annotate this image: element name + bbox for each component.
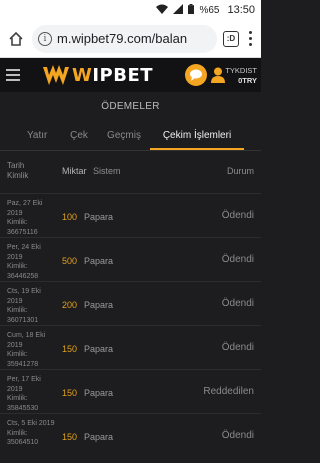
site-header: WIPBET TYKDIST 0TRY: [0, 58, 261, 92]
status-bar: %65 13:50: [0, 0, 261, 20]
balance: 0TRY: [238, 76, 257, 85]
row-date: Per, 17 Eki 2019 Kimlik: 35845530: [7, 376, 41, 412]
table-row[interactable]: Cum, 18 Eki 2019 Kimlik: 35941278 150 Papar…: [0, 325, 261, 369]
tab-withdraw[interactable]: Çek: [60, 124, 98, 150]
logo-mark-icon: [43, 65, 69, 85]
home-icon[interactable]: [6, 29, 26, 49]
table-row[interactable]: Cts, 19 Eki 2019 Kimlik: 36071301 200 Papar…: [0, 281, 261, 325]
row-system: Papara: [84, 388, 114, 398]
clock: 13:50: [227, 4, 255, 16]
battery-icon: [188, 3, 195, 17]
chat-icon[interactable]: [185, 64, 207, 86]
row-amount: 150: [62, 432, 78, 442]
user-icon[interactable]: [211, 67, 225, 83]
username: TYKDIST: [225, 66, 257, 75]
user-info[interactable]: TYKDIST 0TRY: [225, 66, 257, 86]
row-system: Papara: [84, 300, 114, 310]
row-date: Paz, 27 Eki 2019 Kimlik: 36675116: [7, 200, 43, 236]
header-status: Durum: [226, 166, 254, 176]
tab-switcher-button[interactable]: :D: [223, 30, 239, 47]
row-date: Cts, 19 Eki 2019 Kimlik: 36071301: [7, 288, 41, 324]
row-status: Ödendi: [221, 342, 254, 353]
logo-text: WIPBET: [72, 64, 154, 86]
row-status: Ödendi: [221, 254, 254, 265]
row-system: Papara: [84, 212, 114, 222]
row-system: Papara: [84, 344, 114, 354]
row-amount: 500: [62, 256, 78, 266]
row-amount: 150: [62, 344, 78, 354]
info-icon[interactable]: i: [38, 31, 52, 46]
row-amount: 150: [62, 388, 78, 398]
battery-level: %65: [199, 4, 220, 16]
header-system: Sistem: [93, 166, 121, 176]
table-row[interactable]: Per, 17 Eki 2019 Kimlik: 35845530 150 Papar…: [0, 369, 261, 413]
row-date: Cum, 18 Eki 2019 Kimlik: 35941278: [7, 332, 46, 368]
row-date: Per, 24 Eki 2019 Kimlik: 36446258: [7, 244, 41, 280]
tab-deposit[interactable]: Yatır: [10, 124, 60, 150]
header-amount: Miktar: [62, 166, 87, 176]
row-date: Cts, 5 Eki 2019 Kimlik: 35064510: [7, 420, 55, 446]
browser-toolbar: i m.wipbet79.com/balan :D: [0, 20, 261, 58]
row-amount: 200: [62, 300, 78, 310]
wifi-icon: [156, 4, 169, 17]
signal-icon: [173, 3, 184, 17]
tab-withdrawal-transactions[interactable]: Çekim İşlemleri: [150, 124, 244, 150]
payment-tabs: Yatır Çek Geçmiş Çekim İşlemleri: [0, 124, 261, 150]
row-status: Ödendi: [221, 430, 254, 441]
table-row[interactable]: Per, 24 Eki 2019 Kimlik: 36446258 500 Papar…: [0, 237, 261, 281]
row-status: Reddedilen: [203, 386, 254, 397]
page-title: ÖDEMELER: [101, 101, 160, 112]
browser-menu-button[interactable]: [245, 29, 255, 49]
row-system: Papara: [84, 256, 114, 266]
table-header: Tarih Kimlik Miktar Sistem Durum: [0, 151, 261, 193]
row-amount: 100: [62, 212, 78, 222]
address-bar[interactable]: i m.wipbet79.com/balan: [32, 24, 217, 53]
url-text[interactable]: m.wipbet79.com/balan: [57, 31, 187, 46]
header-date: Tarih Kimlik: [7, 161, 29, 180]
row-status: Ödendi: [221, 210, 254, 221]
table-row[interactable]: Paz, 27 Eki 2019 Kimlik: 36675116 100 Papar…: [0, 193, 261, 237]
hamburger-menu-icon[interactable]: [6, 69, 20, 81]
tab-history[interactable]: Geçmiş: [98, 124, 150, 150]
table-row[interactable]: Cts, 5 Eki 2019 Kimlik: 35064510 150 Papar…: [0, 413, 261, 463]
site-logo[interactable]: WIPBET: [42, 60, 153, 90]
row-system: Papara: [84, 432, 114, 442]
row-status: Ödendi: [221, 298, 254, 309]
